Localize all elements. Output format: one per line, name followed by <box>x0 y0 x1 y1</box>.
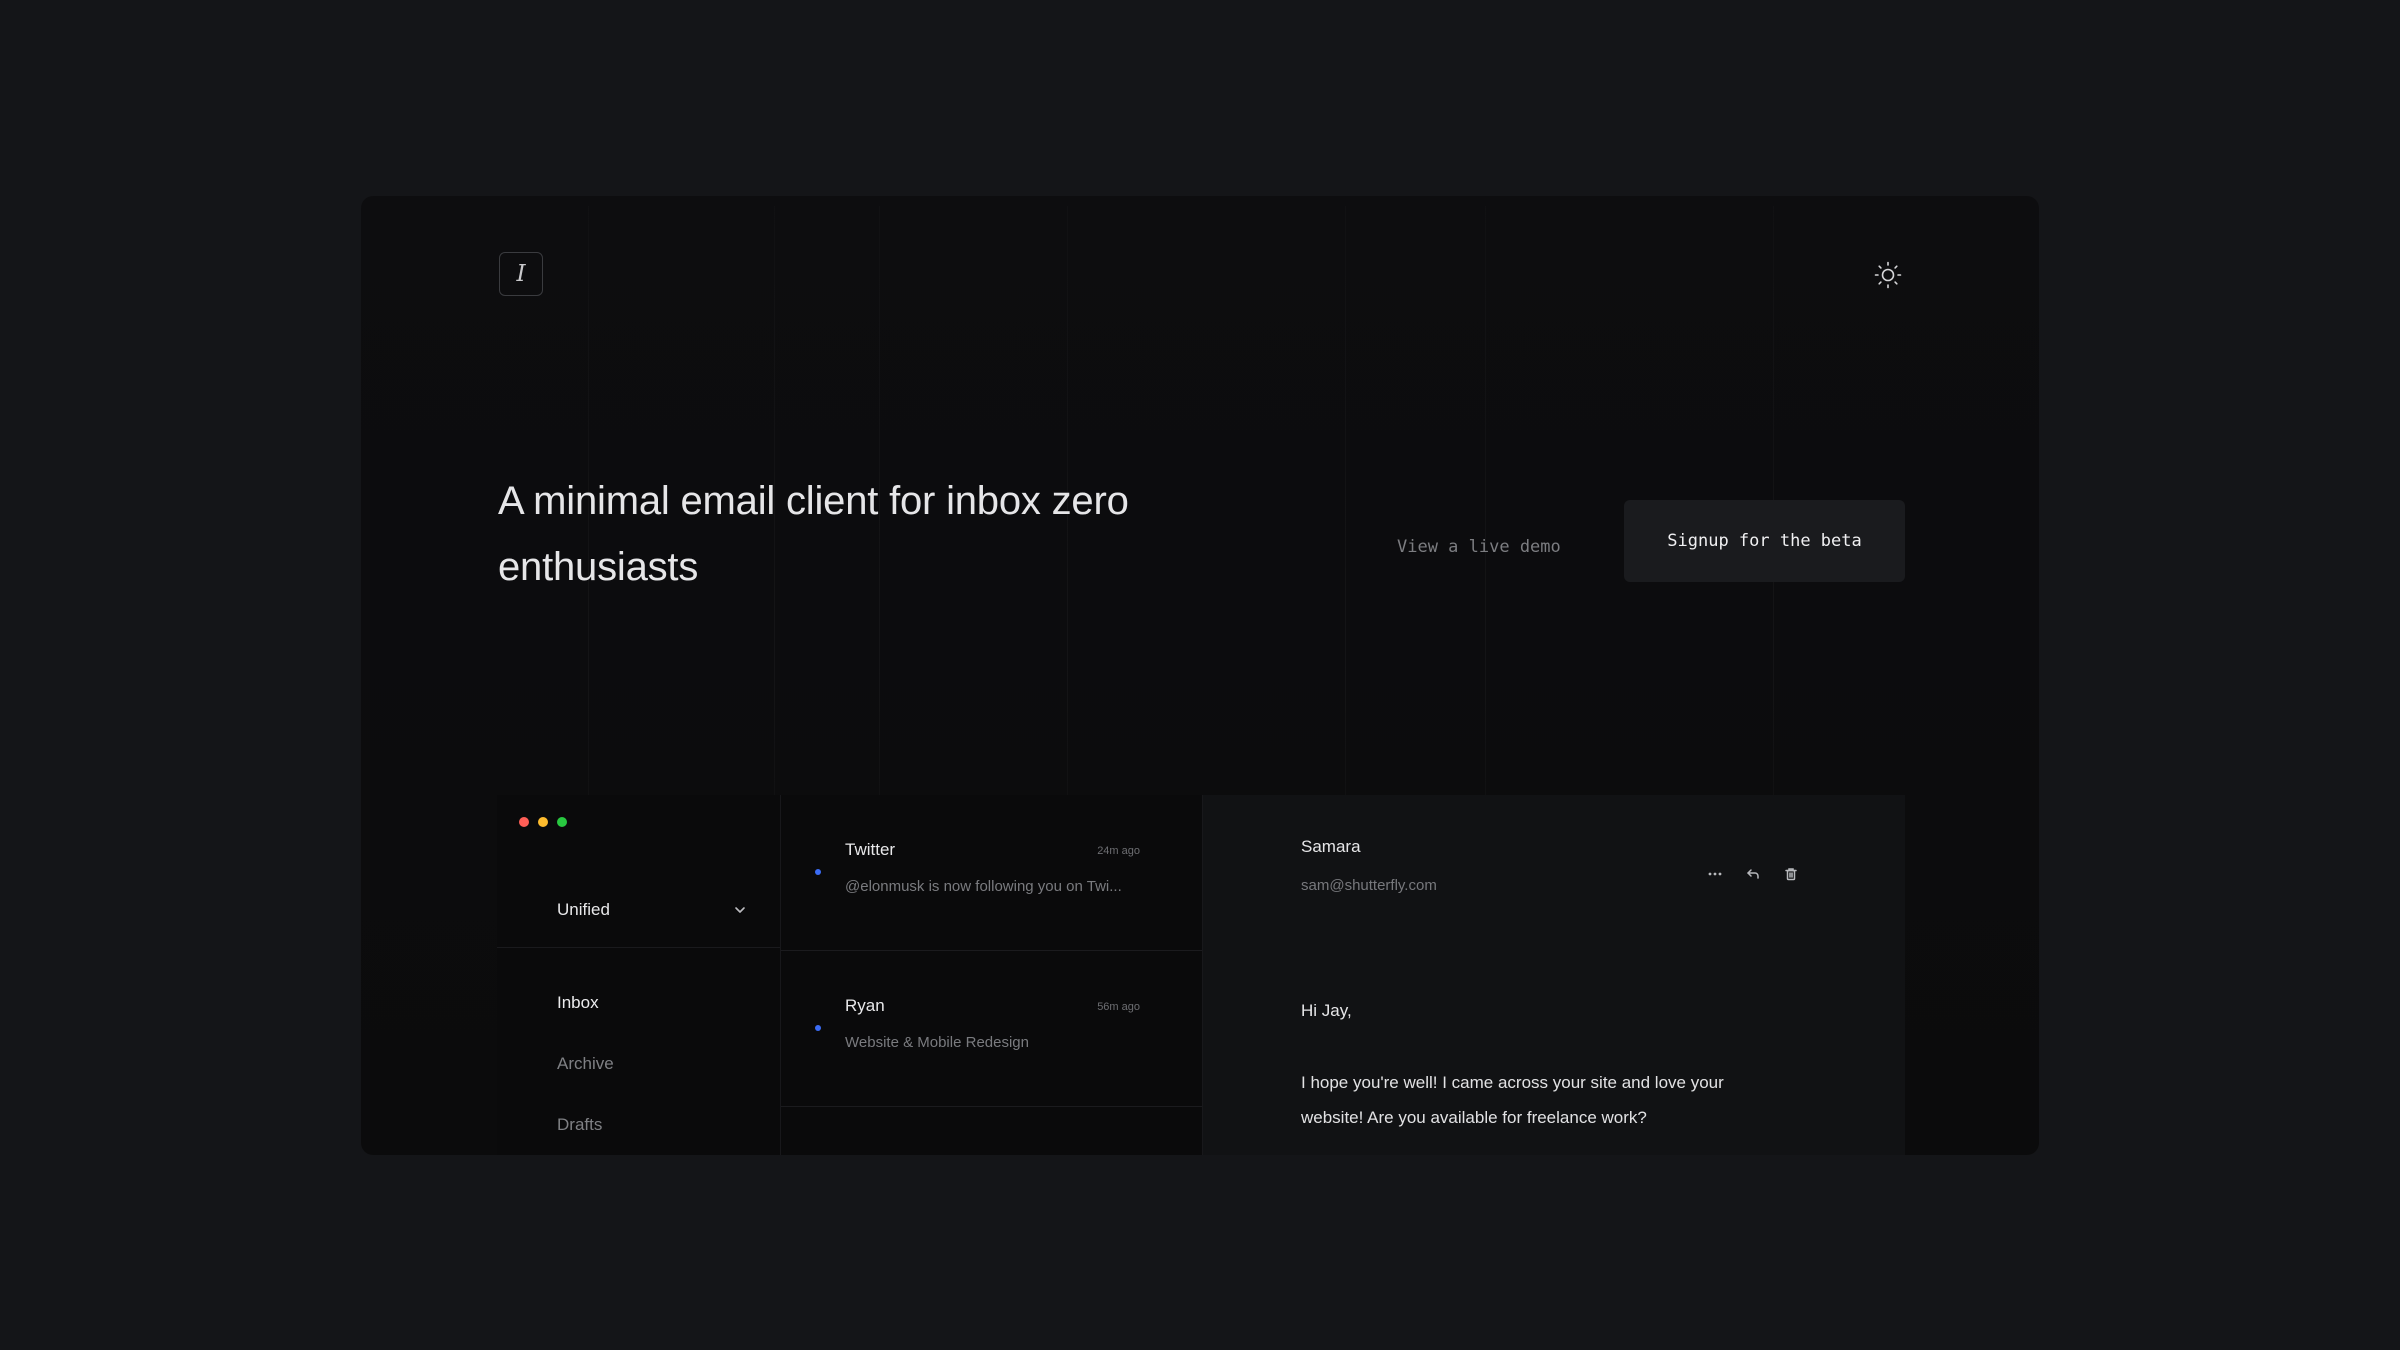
account-selector-value: Unified <box>557 900 610 919</box>
message-time: 56m ago <box>1097 1001 1140 1013</box>
sun-icon <box>1874 261 1902 289</box>
message-item[interactable]: Ryan 56m ago Website & Mobile Redesign <box>781 951 1202 1107</box>
message-list: Twitter 24m ago @elonmusk is now followi… <box>781 795 1203 1155</box>
email-greeting: Hi Jay, <box>1301 1001 1352 1020</box>
email-body: I hope you're well! I came across your s… <box>1301 1073 1724 1127</box>
sender-email: sam@shutterfly.com <box>1301 877 1437 894</box>
sidebar-item-archive[interactable]: Archive <box>557 1054 614 1074</box>
reply-icon[interactable] <box>1743 864 1763 884</box>
view-demo-link[interactable]: View a live demo <box>1397 527 1561 567</box>
message-preview: @elonmusk is now following you on Twi... <box>845 878 1122 895</box>
message-time: 24m ago <box>1097 845 1140 857</box>
app-sidebar: Unified Inbox Archive Drafts <box>497 795 781 1155</box>
message-sender: Ryan <box>845 996 885 1015</box>
window-controls <box>519 817 567 827</box>
message-preview: Website & Mobile Redesign <box>845 1034 1029 1051</box>
trash-icon[interactable] <box>1781 864 1801 884</box>
hero-title: A minimal email client for inbox zero en… <box>498 479 1129 589</box>
reader-actions <box>1705 864 1801 884</box>
landing-frame: I A minimal email client for inbox zero … <box>361 196 2039 1155</box>
sidebar-item-inbox[interactable]: Inbox <box>557 993 599 1013</box>
message-reader: Samara sam@shutterfly.com Hi Jay, I hope… <box>1203 795 1905 1155</box>
app-preview: Unified Inbox Archive Drafts Twitter 24m… <box>497 795 1905 1155</box>
account-selector[interactable]: Unified <box>557 895 747 925</box>
chevron-down-icon <box>735 907 745 913</box>
window-close-dot[interactable] <box>519 817 529 827</box>
sidebar-divider <box>497 947 780 948</box>
more-icon[interactable] <box>1705 864 1725 884</box>
theme-toggle-button[interactable] <box>1873 260 1903 290</box>
window-maximize-dot[interactable] <box>557 817 567 827</box>
message-sender: Twitter <box>845 840 896 859</box>
sidebar-item-drafts[interactable]: Drafts <box>557 1115 602 1135</box>
unread-indicator <box>815 869 821 875</box>
sender-name: Samara <box>1301 837 1361 856</box>
window-minimize-dot[interactable] <box>538 817 548 827</box>
signup-beta-button[interactable]: Signup for the beta <box>1624 500 1905 582</box>
message-item[interactable]: Twitter 24m ago @elonmusk is now followi… <box>781 795 1202 951</box>
logo-letter: I <box>516 261 526 287</box>
unread-indicator <box>815 1025 821 1031</box>
brand-logo[interactable]: I <box>499 252 543 296</box>
